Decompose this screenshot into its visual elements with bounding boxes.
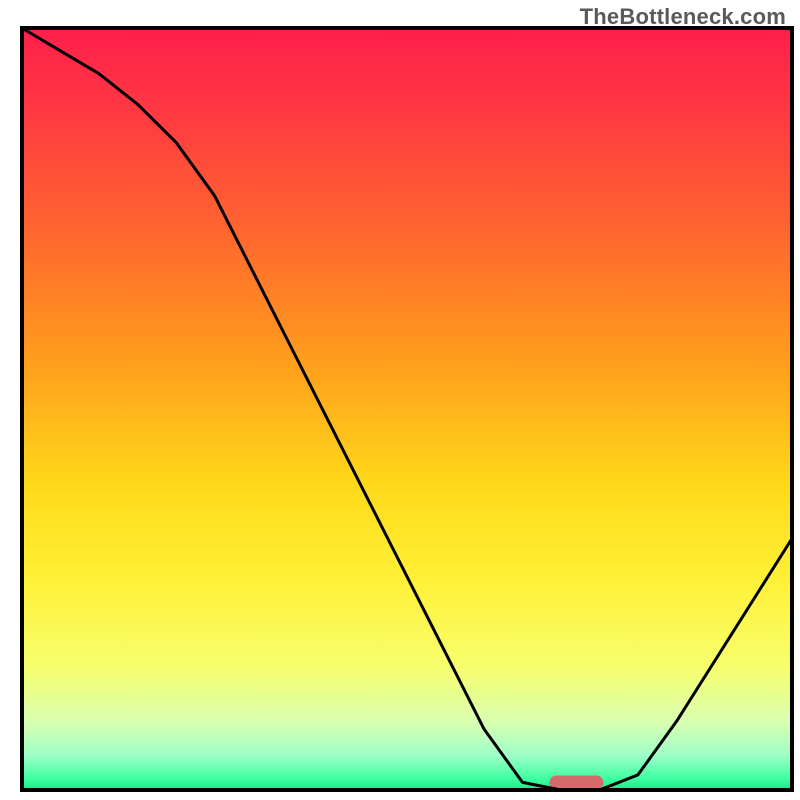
chart-container: TheBottleneck.com	[0, 0, 800, 800]
watermark-text: TheBottleneck.com	[580, 4, 786, 30]
gradient-background	[22, 28, 792, 790]
optimal-marker	[549, 776, 603, 790]
bottleneck-chart	[0, 0, 800, 800]
